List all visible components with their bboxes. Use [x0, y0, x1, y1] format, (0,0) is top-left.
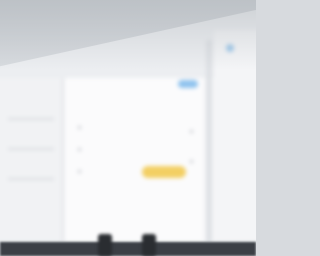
monitor-scene — [0, 0, 256, 256]
list-marker — [78, 126, 81, 129]
sidebar-item[interactable] — [8, 148, 54, 150]
highlighted-tag[interactable] — [142, 166, 186, 178]
panel-divider[interactable] — [206, 40, 212, 242]
blue-indicator-icon — [226, 44, 234, 52]
monitor-stand-right — [142, 234, 156, 256]
monitor-bezel — [0, 242, 256, 256]
monitor-stand-left — [98, 234, 112, 256]
sidebar-item[interactable] — [8, 178, 54, 180]
blue-action-badge[interactable] — [178, 80, 198, 88]
row-marker — [190, 160, 193, 163]
sidebar-item[interactable] — [8, 118, 54, 120]
sidebar-panel — [0, 78, 64, 242]
list-marker — [78, 148, 81, 151]
list-marker — [78, 170, 81, 173]
side-panel — [214, 30, 256, 242]
row-marker — [190, 130, 193, 133]
content-panel — [64, 78, 204, 242]
app-window — [0, 6, 256, 242]
